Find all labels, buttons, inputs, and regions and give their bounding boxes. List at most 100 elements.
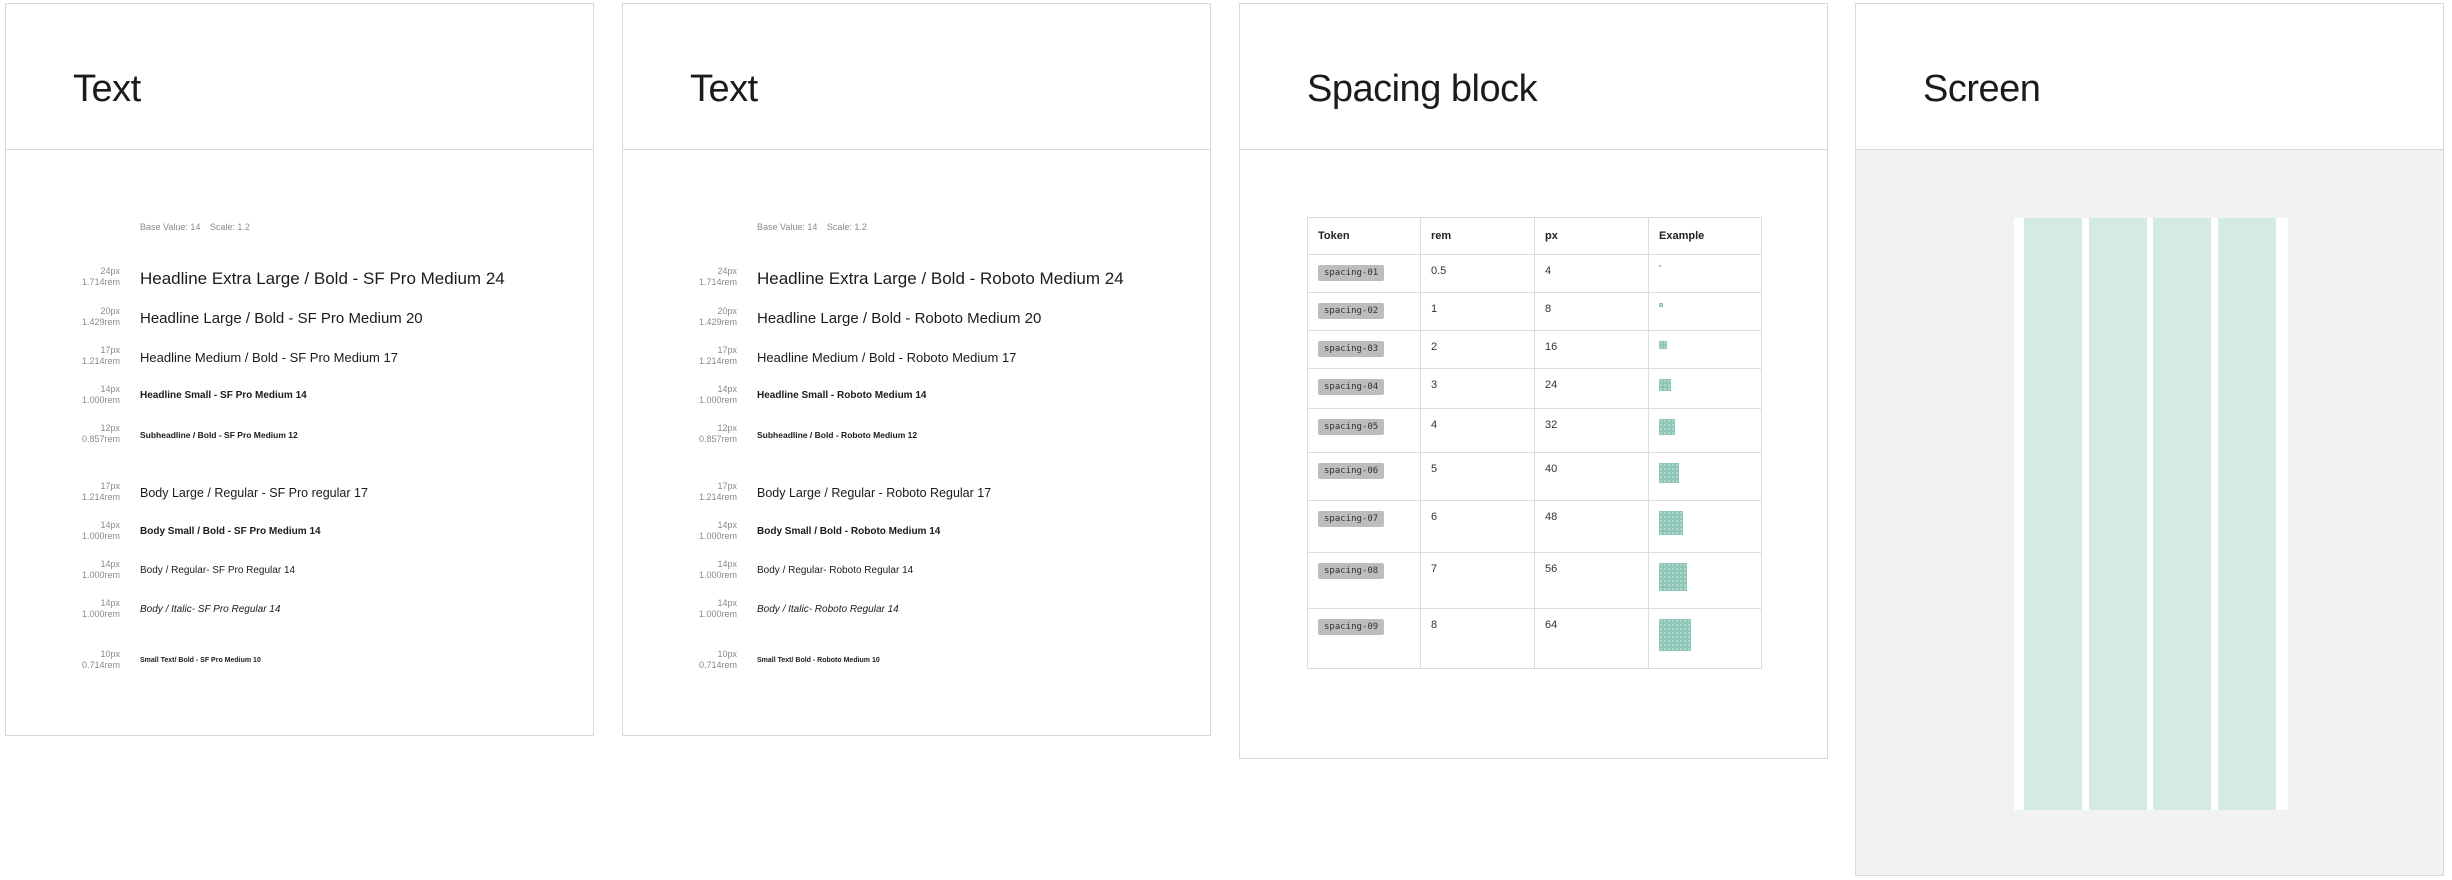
type-scale-row: 14px 1.000rem Body / Regular- Roboto Regul… (623, 559, 1210, 589)
size-spec: 14px 1.000rem (50, 598, 120, 620)
spacing-swatch (1659, 341, 1667, 349)
spacing-swatch (1659, 419, 1675, 435)
rem-value: 1.000rem (81, 395, 120, 405)
type-scale-row: 24px 1.714rem Headline Extra Large / Bold … (6, 266, 593, 296)
size-spec: 14px 1.000rem (50, 559, 120, 581)
type-sample: Headline Large / Bold - Roboto Medium 20 (757, 309, 1042, 327)
px-value: 14px (717, 598, 737, 608)
type-scale-row: 20px 1.429rem Headline Large / Bold - Robo… (623, 306, 1210, 336)
type-scale-row: 14px 1.000rem Body Small / Bold - Roboto M… (623, 520, 1210, 550)
panel-header: Spacing block (1240, 4, 1827, 150)
px-cell: 4 (1534, 254, 1649, 293)
token-chip: spacing-04 (1318, 379, 1385, 395)
size-spec: 14px 1.000rem (50, 520, 120, 542)
token-chip: spacing-09 (1318, 619, 1385, 635)
type-scale-row: 12px 0.857rem Subheadline / Bold - SF Pro … (6, 423, 593, 453)
size-spec: 14px 1.000rem (50, 384, 120, 406)
panel-header: Text (623, 4, 1210, 150)
rem-value: 1.214rem (81, 356, 120, 366)
size-spec: 10px 0.714rem (667, 649, 737, 671)
size-spec: 14px 1.000rem (667, 598, 737, 620)
type-scale-row: 17px 1.214rem Headline Medium / Bold - Rob… (623, 345, 1210, 375)
type-scale-row: 24px 1.714rem Headline Extra Large / Bold … (623, 266, 1210, 296)
type-scale-meta: Base Value: 14 Scale: 1.2 (757, 222, 867, 232)
column-header-px: px (1534, 217, 1649, 255)
px-cell: 16 (1534, 330, 1649, 369)
size-spec: 20px 1.429rem (50, 306, 120, 328)
type-sample: Headline Large / Bold - SF Pro Medium 20 (140, 309, 423, 327)
rem-value: 1.214rem (698, 356, 737, 366)
px-value: 20px (717, 306, 737, 316)
token-chip: spacing-01 (1318, 265, 1385, 281)
px-cell: 32 (1534, 408, 1649, 453)
spacing-table: Token rem px Example spacing-01 0.5 4 spaci… (1307, 217, 1762, 669)
rem-cell: 0.5 (1420, 254, 1535, 293)
panel-title: Text (73, 68, 141, 110)
px-cell: 8 (1534, 292, 1649, 331)
type-scale-row: 14px 1.000rem Body / Italic- Roboto Regula… (623, 598, 1210, 628)
text-panel-sf: Text Base Value: 14 Scale: 1.2 24px 1.714… (5, 3, 594, 736)
example-cell (1648, 368, 1762, 409)
size-spec: 14px 1.000rem (667, 559, 737, 581)
size-spec: 17px 1.214rem (50, 481, 120, 503)
grid-column (2089, 218, 2147, 810)
size-spec: 17px 1.214rem (50, 345, 120, 367)
grid-column (2153, 218, 2211, 810)
token-chip: spacing-05 (1318, 419, 1385, 435)
type-sample: Body / Regular- SF Pro Regular 14 (140, 565, 296, 576)
type-sample: Headline Medium / Bold - Roboto Medium 1… (757, 349, 1017, 365)
type-sample: Small Text/ Bold - SF Pro Medium 10 (140, 656, 261, 664)
example-cell (1648, 500, 1762, 553)
token-cell: spacing-07 (1307, 500, 1421, 553)
spacing-panel: Spacing block Token rem px Example spaci… (1239, 3, 1828, 759)
px-value: 14px (100, 520, 120, 530)
scale-value: Scale: 1.2 (826, 222, 867, 232)
token-chip: spacing-08 (1318, 563, 1385, 579)
spacing-swatch (1659, 265, 1661, 267)
type-sample: Body / Italic- Roboto Regular 14 (757, 604, 899, 615)
table-row: spacing-06 5 40 (1307, 452, 1762, 501)
type-sample: Headline Extra Large / Bold - SF Pro Med… (140, 268, 505, 288)
column-header-rem: rem (1420, 217, 1535, 255)
rem-cell: 7 (1420, 552, 1535, 609)
spacing-swatch (1659, 379, 1671, 391)
table-header-row: Token rem px Example (1307, 217, 1762, 255)
rem-value: 1.429rem (81, 317, 120, 327)
type-scale-row: 14px 1.000rem Body / Regular- SF Pro Regul… (6, 559, 593, 589)
type-scale-row: 14px 1.000rem Headline Small - Roboto Medi… (623, 384, 1210, 414)
table-row: spacing-04 3 24 (1307, 368, 1762, 409)
type-sample: Headline Medium / Bold - SF Pro Medium 1… (140, 349, 398, 365)
rem-value: 1.214rem (81, 492, 120, 502)
size-spec: 17px 1.214rem (667, 345, 737, 367)
px-cell: 24 (1534, 368, 1649, 409)
px-value: 14px (100, 598, 120, 608)
px-value: 24px (100, 266, 120, 276)
size-spec: 24px 1.714rem (667, 266, 737, 288)
type-sample: Headline Small - Roboto Medium 14 (757, 390, 927, 401)
rem-value: 1.000rem (81, 609, 120, 619)
px-value: 10px (100, 649, 120, 659)
example-cell (1648, 408, 1762, 453)
type-sample: Body Large / Regular - SF Pro regular 17 (140, 485, 368, 500)
screen-panel: Screen (1855, 3, 2444, 876)
rem-value: 0.857rem (698, 434, 737, 444)
px-value: 14px (100, 559, 120, 569)
type-sample: Body Large / Regular - Roboto Regular 17 (757, 485, 992, 500)
type-sample: Headline Extra Large / Bold - Roboto Med… (757, 268, 1124, 288)
px-cell: 64 (1534, 608, 1649, 669)
spacing-swatch (1659, 563, 1687, 591)
screen-background (1856, 150, 2443, 875)
base-value: Base Value: 14 (757, 222, 818, 232)
spacing-swatch (1659, 463, 1679, 483)
px-cell: 40 (1534, 452, 1649, 501)
table-row: spacing-02 1 8 (1307, 292, 1762, 331)
px-value: 17px (717, 345, 737, 355)
px-value: 17px (100, 481, 120, 491)
rem-value: 1.214rem (698, 492, 737, 502)
screen-frame (2014, 218, 2288, 810)
px-cell: 48 (1534, 500, 1649, 553)
rem-value: 1.000rem (698, 395, 737, 405)
grid-column (2024, 218, 2082, 810)
rem-cell: 5 (1420, 452, 1535, 501)
table-row: spacing-01 0.5 4 (1307, 254, 1762, 293)
